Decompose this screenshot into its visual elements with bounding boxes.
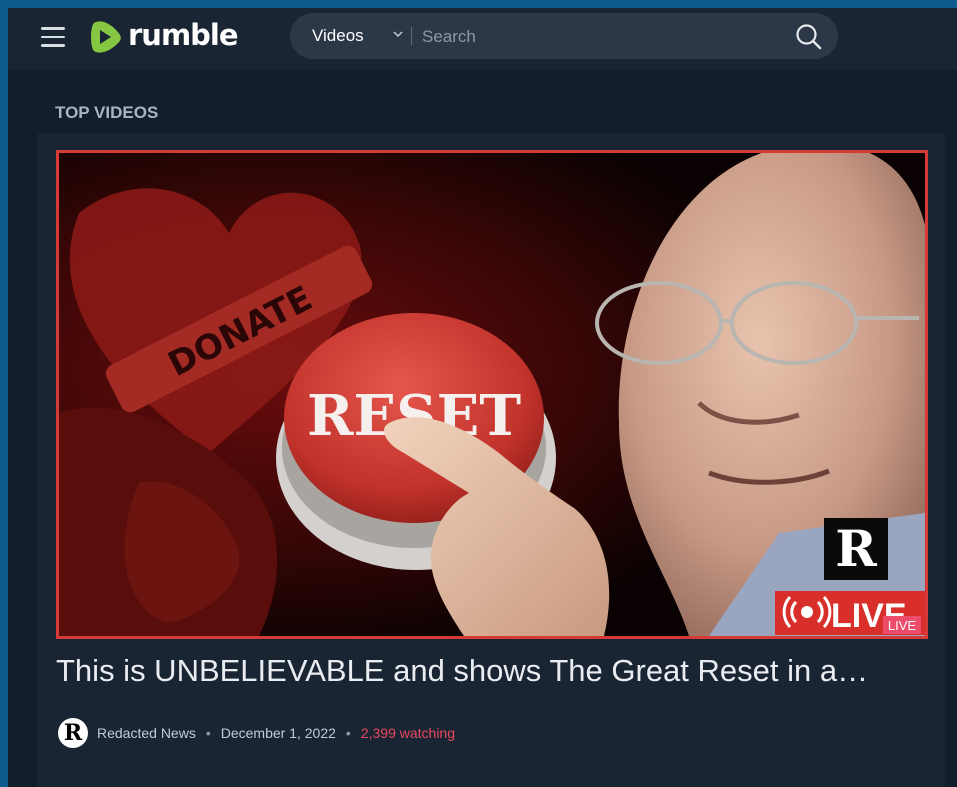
video-thumbnail[interactable]: DONATE RESET R LIVE LIVE	[56, 150, 928, 639]
rumble-play-icon	[91, 21, 121, 53]
section-title: TOP VIDEOS	[55, 103, 159, 122]
search-divider	[411, 27, 412, 45]
badge-letter: R	[835, 519, 877, 578]
channel-name[interactable]: Redacted News	[97, 725, 196, 741]
live-banner: LIVE LIVE	[775, 591, 925, 635]
channel-avatar[interactable]: R	[58, 718, 88, 748]
r-badge: R	[824, 518, 888, 580]
video-card: DONATE RESET R LIVE LIVE This is UNBELIE…	[38, 133, 945, 787]
top-header: rumble Videos	[8, 8, 957, 70]
search-category-select[interactable]: Videos	[312, 13, 364, 59]
rumble-logo[interactable]: rumble	[88, 18, 239, 55]
avatar-letter: R	[63, 720, 83, 746]
live-small-text: LIVE	[888, 618, 917, 633]
chevron-down-icon[interactable]	[393, 30, 403, 38]
separator-dot: •	[205, 725, 211, 741]
search-icon[interactable]	[795, 23, 823, 51]
search-bar: Videos	[290, 13, 838, 59]
video-title[interactable]: This is UNBELIEVABLE and shows The Great…	[56, 653, 936, 689]
watching-count: 2,399 watching	[360, 725, 456, 741]
video-meta: R Redacted News • December 1, 2022 • 2,3…	[58, 716, 455, 750]
page: rumble Videos TOP VIDEOS	[8, 8, 957, 787]
search-input[interactable]	[420, 19, 784, 55]
separator-dot: •	[345, 725, 351, 741]
logo-text: rumble	[128, 18, 239, 52]
menu-icon[interactable]	[41, 27, 65, 47]
upload-date: December 1, 2022	[220, 725, 336, 741]
